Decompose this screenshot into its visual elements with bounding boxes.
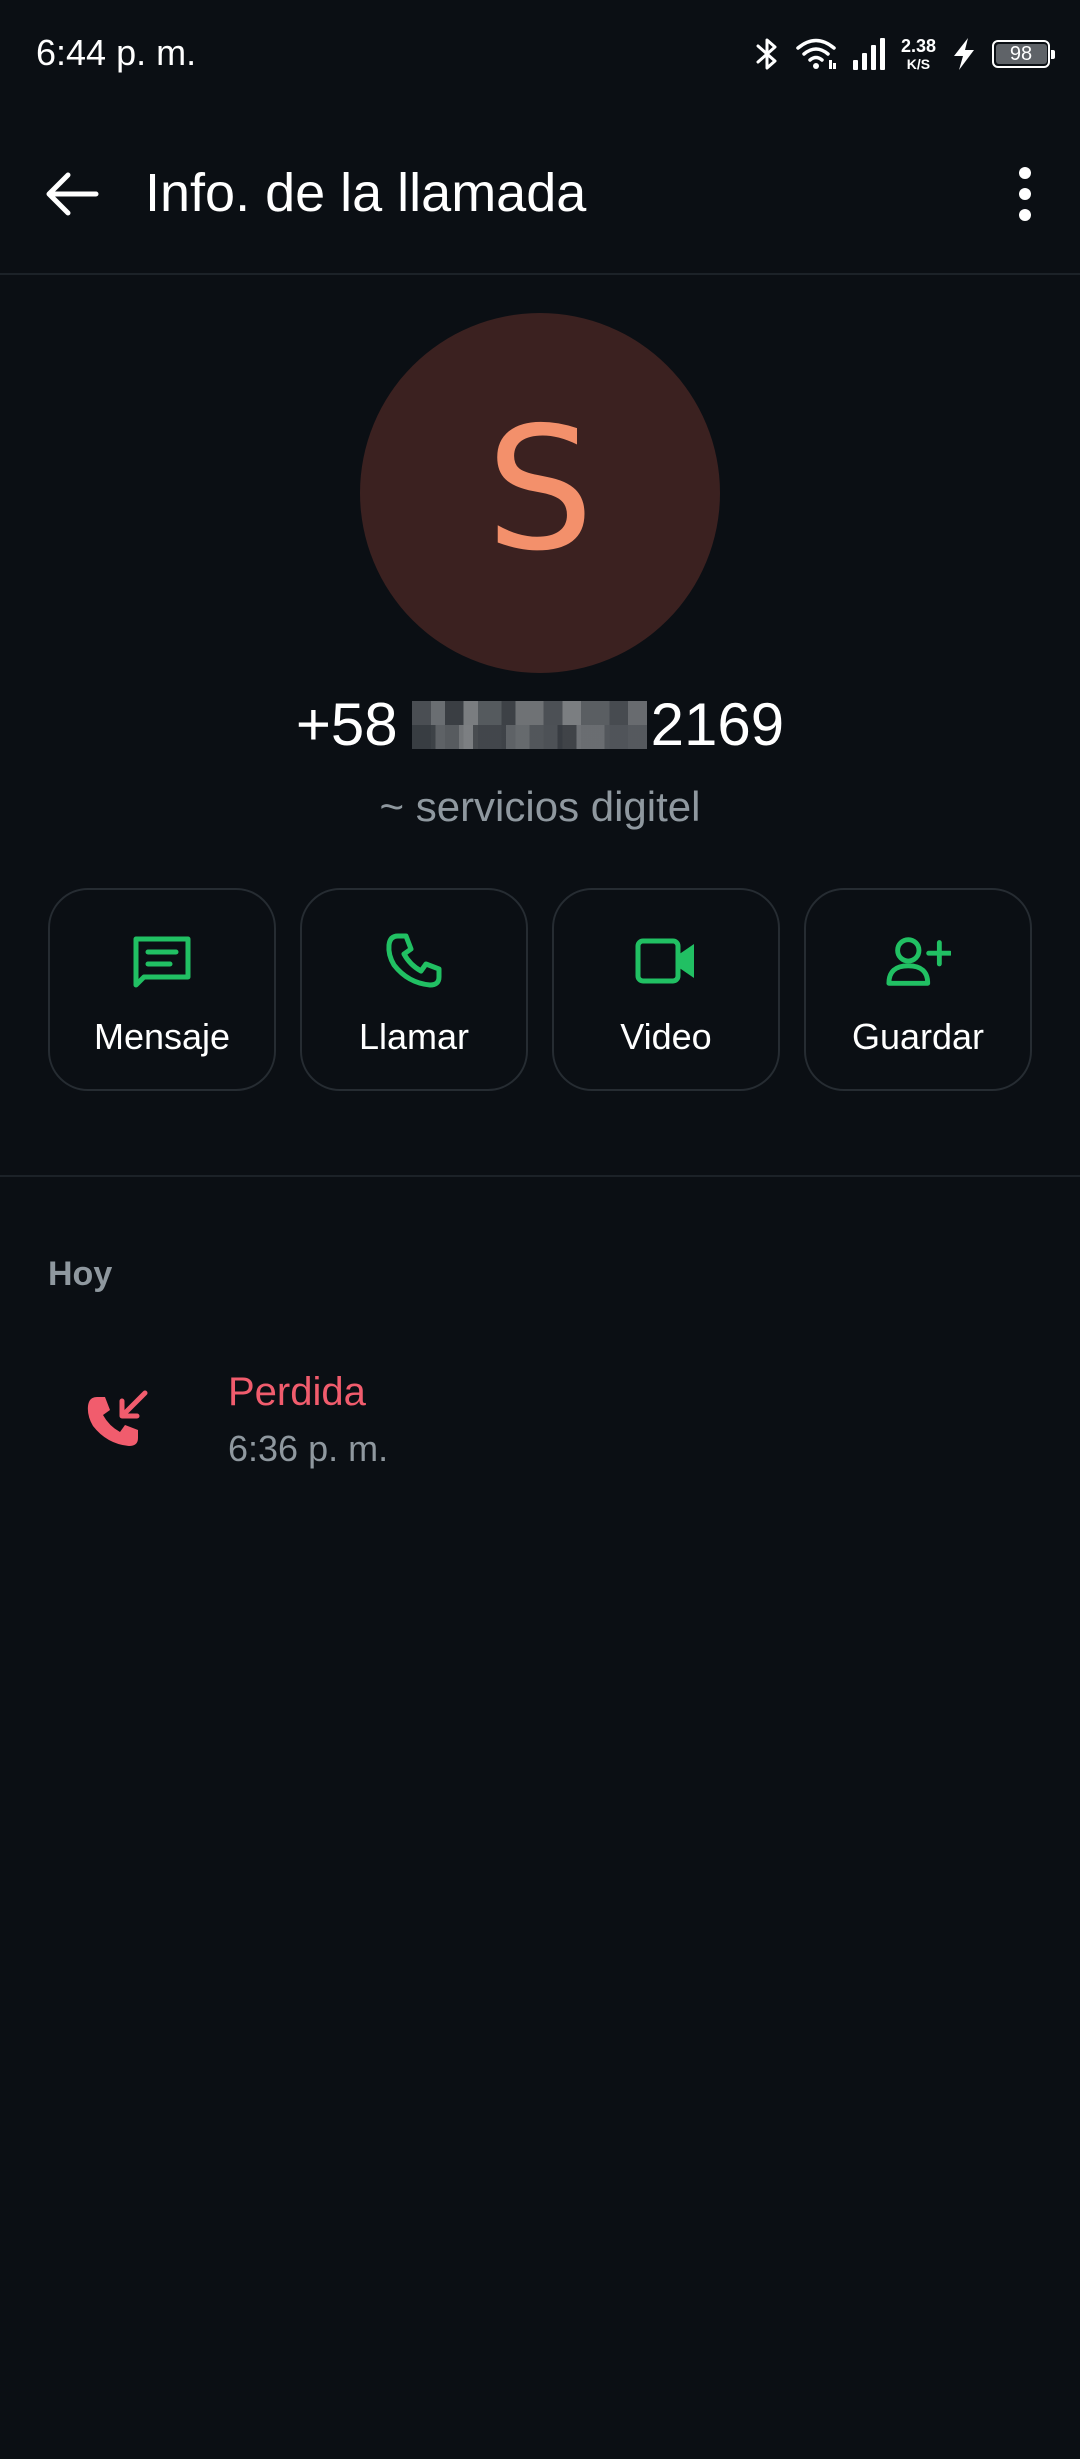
- battery-icon: 98: [992, 40, 1055, 68]
- message-icon: [129, 928, 195, 994]
- call-status: Perdida: [228, 1370, 366, 1414]
- status-icons: 2.38 K/S 98: [755, 30, 1055, 78]
- video-label: Video: [620, 1016, 712, 1057]
- missed-call-icon: [78, 1380, 160, 1462]
- status-time: 6:44 p. m.: [36, 32, 197, 73]
- network-speed-unit: K/S: [906, 56, 931, 72]
- divider: [0, 1175, 1080, 1177]
- avatar[interactable]: S: [360, 313, 720, 673]
- bluetooth-icon: [755, 36, 781, 72]
- more-vertical-icon: [1017, 166, 1033, 226]
- redacted-digits: [411, 700, 647, 749]
- save-contact-label: Guardar: [851, 1016, 985, 1057]
- phone-suffix: 2169: [650, 691, 785, 758]
- battery-level: 98: [1009, 42, 1033, 65]
- call-time: 6:36 p. m.: [228, 1428, 389, 1469]
- signal-icon: [851, 36, 887, 72]
- phone-number: +58 2169: [0, 690, 1080, 759]
- action-buttons: Mensaje Llamar Video Guardar: [48, 888, 1032, 1091]
- avatar-letter: S: [486, 391, 594, 589]
- status-bar: 6:44 p. m. 2.38 K/S 98: [0, 0, 1080, 110]
- app-bar: Info. de la llamada: [0, 110, 1080, 275]
- call-label: Llamar: [358, 1016, 470, 1057]
- contact-subtitle: ~ servicios digitel: [379, 783, 701, 830]
- back-button[interactable]: [32, 156, 112, 236]
- add-contact-icon: [885, 928, 951, 994]
- phone-prefix: +58: [295, 691, 398, 758]
- message-button[interactable]: Mensaje: [48, 888, 276, 1091]
- network-speed: 2.38 K/S: [901, 37, 936, 71]
- call-log-item[interactable]: Perdida 6:36 p. m.: [0, 1350, 1080, 1480]
- wifi-icon: [795, 36, 837, 72]
- arrow-left-icon: [44, 170, 100, 223]
- phone-icon: [381, 928, 447, 994]
- section-header-today: Hoy: [48, 1255, 113, 1293]
- network-speed-value: 2.38: [900, 36, 936, 56]
- save-contact-button[interactable]: Guardar: [804, 888, 1032, 1091]
- call-button[interactable]: Llamar: [300, 888, 528, 1091]
- more-options-button[interactable]: [990, 156, 1060, 236]
- video-button[interactable]: Video: [552, 888, 780, 1091]
- charging-icon: [950, 36, 978, 72]
- video-icon: [633, 928, 699, 994]
- message-label: Mensaje: [93, 1016, 231, 1057]
- page-title: Info. de la llamada: [145, 163, 587, 223]
